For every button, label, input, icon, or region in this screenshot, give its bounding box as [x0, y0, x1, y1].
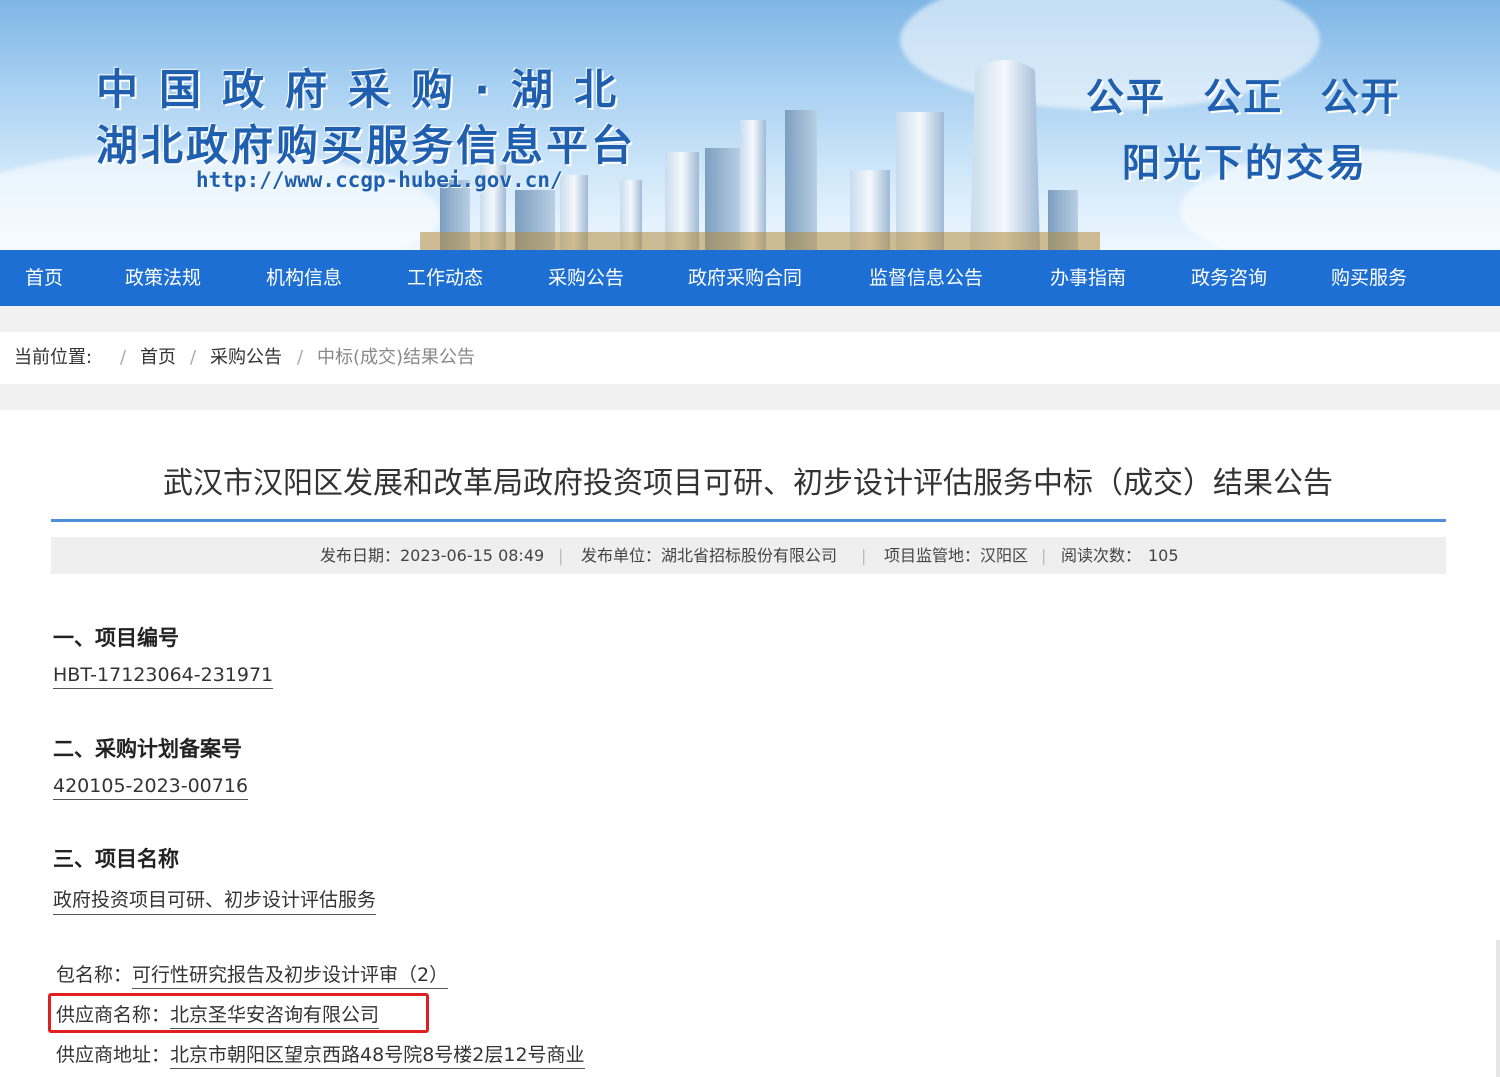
package-name: 可行性研究报告及初步设计评审（2） [132, 964, 449, 989]
breadcrumb-separator: / [190, 347, 197, 368]
view-count: 105 [1148, 546, 1179, 565]
breadcrumb-separator: / [120, 347, 127, 368]
supplier-highlight-box [48, 993, 429, 1033]
article-meta-bar: 发布日期：2023-06-15 08:49 | 发布单位：湖北省招标股份有限公司… [51, 537, 1446, 574]
nav-item-purchase-services[interactable]: 购买服务 [1331, 250, 1407, 306]
nav-item-supervision[interactable]: 监督信息公告 [869, 250, 983, 306]
header-banner: 中国政府采购·湖北 湖北政府购买服务信息平台 http://www.ccgp-h… [0, 0, 1500, 250]
meta-separator: | [1041, 546, 1047, 565]
section-heading-plan-record-number: 二、采购计划备案号 [53, 737, 242, 761]
package-name-label: 包名称： [56, 964, 133, 986]
section-heading-project-name: 三、项目名称 [53, 847, 179, 871]
article-title: 武汉市汉阳区发展和改革局政府投资项目可研、初步设计评估服务中标（成交）结果公告 [163, 466, 1333, 501]
nav-item-procurement-notices[interactable]: 采购公告 [548, 250, 624, 306]
supplier-address: 北京市朝阳区望京西路48号院8号楼2层12号商业 [170, 1044, 585, 1069]
breadcrumb-notices-link[interactable]: 采购公告 [210, 332, 282, 384]
site-url: http://www.ccgp-hubei.gov.cn/ [196, 168, 563, 192]
package-name-row: 包名称：可行性研究报告及初步设计评审（2） [56, 960, 449, 989]
title-divider [51, 519, 1446, 522]
nav-item-policy[interactable]: 政策法规 [125, 250, 201, 306]
nav-item-consult[interactable]: 政务咨询 [1191, 250, 1267, 306]
breadcrumb-separator: / [297, 347, 304, 368]
site-title-line1: 中国政府采购·湖北 [96, 65, 637, 114]
view-count-label: 阅读次数： [1061, 546, 1142, 565]
meta-separator: | [861, 546, 867, 565]
publisher: 发布单位：湖北省招标股份有限公司 [581, 546, 838, 565]
nav-item-home[interactable]: 首页 [25, 250, 63, 306]
slogan-line2: 阳光下的交易 [1122, 141, 1369, 185]
breadcrumb-prefix: 当前位置: [14, 347, 93, 368]
project-name: 政府投资项目可研、初步设计评估服务 [53, 885, 377, 915]
project-number: HBT-17123064-231971 [53, 664, 274, 689]
nav-item-guide[interactable]: 办事指南 [1050, 250, 1126, 306]
breadcrumb: 当前位置: / 首页 / 采购公告 / 中标(成交)结果公告 [0, 332, 1500, 384]
supervision-location: 项目监管地：汉阳区 [884, 546, 1029, 565]
plan-record-number: 420105-2023-00716 [53, 775, 249, 800]
main-nav: 首页 政策法规 机构信息 工作动态 采购公告 政府采购合同 监督信息公告 办事指… [0, 250, 1500, 306]
supplier-address-row: 供应商地址：北京市朝阳区望京西路48号院8号楼2层12号商业 [56, 1040, 585, 1069]
page-scrollbar[interactable] [1496, 940, 1500, 1077]
supplier-address-label: 供应商地址： [56, 1044, 171, 1066]
section-heading-project-number: 一、项目编号 [53, 626, 179, 650]
nav-item-news[interactable]: 工作动态 [407, 250, 483, 306]
publish-date: 发布日期：2023-06-15 08:49 [320, 546, 545, 565]
nav-item-contracts[interactable]: 政府采购合同 [688, 250, 802, 306]
slogan-line1: 公平 公正 公开 [1086, 75, 1401, 119]
nav-item-institutions[interactable]: 机构信息 [266, 250, 342, 306]
breadcrumb-current: 中标(成交)结果公告 [317, 347, 476, 368]
site-title-line2: 湖北政府购买服务信息平台 [96, 121, 637, 170]
breadcrumb-home-link[interactable]: 首页 [140, 332, 176, 384]
meta-separator: | [558, 546, 564, 565]
